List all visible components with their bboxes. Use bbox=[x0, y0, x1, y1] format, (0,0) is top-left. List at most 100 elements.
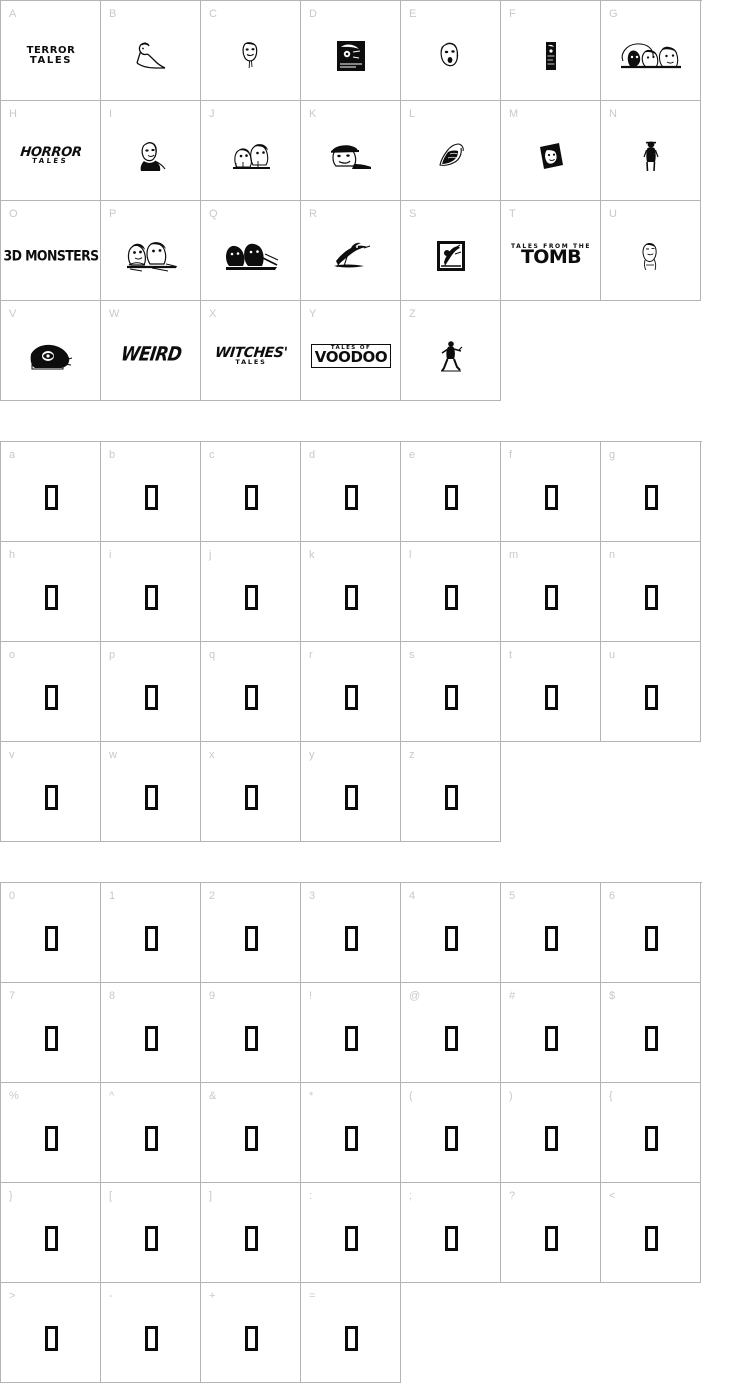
charmap-cell[interactable]: = bbox=[301, 1283, 401, 1383]
charmap-cell[interactable]: Z bbox=[401, 301, 501, 401]
charmap-cell[interactable]: v bbox=[1, 742, 101, 842]
charmap-cell[interactable]: G bbox=[601, 1, 701, 101]
terror-tales-logo: TERROR TALES bbox=[27, 45, 76, 66]
shadowed-face-panel bbox=[537, 141, 565, 171]
charmap-cell[interactable]: ^ bbox=[101, 1083, 201, 1183]
charmap-cell[interactable]: u bbox=[601, 642, 701, 742]
charmap-cell[interactable]: + bbox=[201, 1283, 301, 1383]
charmap-cell[interactable]: g bbox=[601, 442, 701, 542]
charmap-cell[interactable]: Q bbox=[201, 201, 301, 301]
charmap-cell[interactable]: C bbox=[201, 1, 301, 101]
charmap-cell[interactable]: K bbox=[301, 101, 401, 201]
charmap-cell[interactable]: L bbox=[401, 101, 501, 201]
charmap-cell[interactable]: M bbox=[501, 101, 601, 201]
charmap-cell[interactable]: 1 bbox=[101, 883, 201, 983]
charmap-cell[interactable]: H HORROR TALES bbox=[1, 101, 101, 201]
charmap-cell[interactable]: h bbox=[1, 542, 101, 642]
charmap-cell[interactable]: y bbox=[301, 742, 401, 842]
charmap-cell[interactable]: N bbox=[601, 101, 701, 201]
charmap-cell[interactable]: j bbox=[201, 542, 301, 642]
charmap-cell[interactable]: : bbox=[301, 1183, 401, 1283]
charmap-cell[interactable]: - bbox=[101, 1283, 201, 1383]
charmap-cell[interactable]: m bbox=[501, 542, 601, 642]
running-figure-silhouette bbox=[439, 340, 463, 372]
charmap-cell[interactable]: c bbox=[201, 442, 301, 542]
charmap-cell[interactable]: ) bbox=[501, 1083, 601, 1183]
charmap-cell[interactable]: q bbox=[201, 642, 301, 742]
charmap-cell[interactable]: 4 bbox=[401, 883, 501, 983]
charmap-cell[interactable]: D bbox=[301, 1, 401, 101]
charmap-cell[interactable]: E bbox=[401, 1, 501, 101]
charmap-cell[interactable]: n bbox=[601, 542, 701, 642]
charmap-cell[interactable]: > bbox=[1, 1283, 101, 1383]
charmap-cell[interactable]: T TALES FROM THE TOMB bbox=[501, 201, 601, 301]
charmap-cell[interactable]: 8 bbox=[101, 983, 201, 1083]
charmap-cell[interactable]: X WITCHES' TALES bbox=[201, 301, 301, 401]
charmap-cell-label: e bbox=[409, 449, 416, 461]
charmap-cell[interactable]: w bbox=[101, 742, 201, 842]
charmap-cell[interactable]: [ bbox=[101, 1183, 201, 1283]
charmap-cell[interactable]: < bbox=[601, 1183, 701, 1283]
charmap-cell[interactable]: o bbox=[1, 642, 101, 742]
charmap-cell[interactable]: z bbox=[401, 742, 501, 842]
charmap-cell[interactable]: S bbox=[401, 201, 501, 301]
charmap-cell[interactable]: * bbox=[301, 1083, 401, 1183]
charmap-cell[interactable]: t bbox=[501, 642, 601, 742]
charmap-cell[interactable]: 3 bbox=[301, 883, 401, 983]
charmap-cell[interactable]: 7 bbox=[1, 983, 101, 1083]
charmap-cell[interactable]: b bbox=[101, 442, 201, 542]
charmap-cell[interactable]: e bbox=[401, 442, 501, 542]
charmap-glyph-area bbox=[501, 1105, 600, 1171]
missing-glyph-box bbox=[444, 584, 458, 610]
charmap-cell[interactable]: x bbox=[201, 742, 301, 842]
charmap-cell-label: I bbox=[109, 108, 113, 120]
charmap-cell[interactable]: { bbox=[601, 1083, 701, 1183]
charmap-cell[interactable]: R bbox=[301, 201, 401, 301]
charmap-cell[interactable]: s bbox=[401, 642, 501, 742]
charmap-cell[interactable]: $ bbox=[601, 983, 701, 1083]
charmap-cell[interactable]: k bbox=[301, 542, 401, 642]
charmap-cell-label: v bbox=[9, 749, 15, 761]
charmap-cell[interactable]: O 3D MONSTERS bbox=[1, 201, 101, 301]
charmap-cell[interactable]: 6 bbox=[601, 883, 701, 983]
charmap-cell[interactable]: B bbox=[101, 1, 201, 101]
charmap-cell[interactable]: 5 bbox=[501, 883, 601, 983]
charmap-cell[interactable]: a bbox=[1, 442, 101, 542]
charmap-cell[interactable]: V bbox=[1, 301, 101, 401]
charmap-cell[interactable]: W WEIRD bbox=[101, 301, 201, 401]
charmap-cell[interactable]: } bbox=[1, 1183, 101, 1283]
charmap-cell[interactable]: f bbox=[501, 442, 601, 542]
charmap-cell[interactable]: U bbox=[601, 201, 701, 301]
charmap-cell[interactable]: @ bbox=[401, 983, 501, 1083]
charmap-cell[interactable]: d bbox=[301, 442, 401, 542]
charmap-cell[interactable]: 2 bbox=[201, 883, 301, 983]
charmap-glyph-area bbox=[301, 564, 400, 630]
charmap-cell[interactable]: ? bbox=[501, 1183, 601, 1283]
charmap-cell[interactable]: r bbox=[301, 642, 401, 742]
charmap-glyph-area bbox=[1, 1005, 100, 1071]
missing-glyph-box bbox=[244, 1225, 258, 1251]
charmap-cell[interactable]: I bbox=[101, 101, 201, 201]
charmap-cell[interactable]: J bbox=[201, 101, 301, 201]
charmap-cell[interactable]: ! bbox=[301, 983, 401, 1083]
charmap-cell-label: N bbox=[609, 108, 618, 120]
charmap-cell[interactable]: % bbox=[1, 1083, 101, 1183]
charmap-cell[interactable]: & bbox=[201, 1083, 301, 1183]
missing-glyph-box bbox=[644, 584, 658, 610]
charmap-cell[interactable]: Y TALES OF VOODOO bbox=[301, 301, 401, 401]
charmap-cell[interactable]: 9 bbox=[201, 983, 301, 1083]
charmap-cell-label: p bbox=[109, 649, 116, 661]
charmap-cell[interactable]: P bbox=[101, 201, 201, 301]
charmap-cell[interactable]: 0 bbox=[1, 883, 101, 983]
charmap-cell[interactable]: ( bbox=[401, 1083, 501, 1183]
charmap-cell[interactable]: ] bbox=[201, 1183, 301, 1283]
charmap-glyph-area bbox=[401, 323, 500, 389]
charmap-cell[interactable]: F bbox=[501, 1, 601, 101]
charmap-cell[interactable]: ; bbox=[401, 1183, 501, 1283]
charmap-cell[interactable]: p bbox=[101, 642, 201, 742]
charmap-cell[interactable]: A TERROR TALES bbox=[1, 1, 101, 101]
charmap-cell[interactable]: # bbox=[501, 983, 601, 1083]
charmap-cell[interactable]: l bbox=[401, 542, 501, 642]
charmap-cell[interactable]: i bbox=[101, 542, 201, 642]
charmap-glyph-area bbox=[601, 664, 700, 730]
